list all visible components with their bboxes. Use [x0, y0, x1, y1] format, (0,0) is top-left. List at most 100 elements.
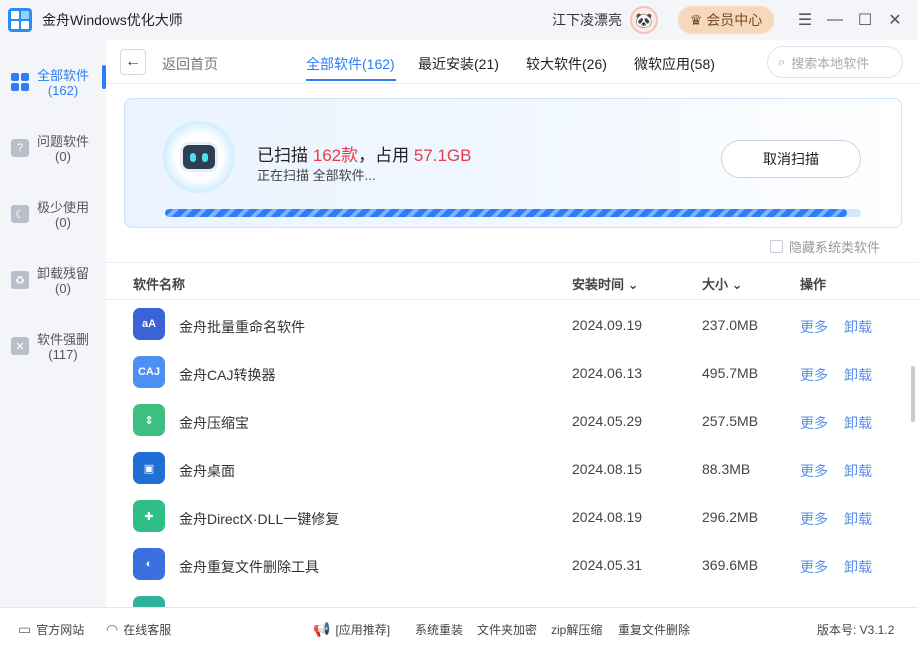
search-placeholder: 搜索本地软件 — [791, 55, 870, 71]
monitor-icon: ▭ — [18, 621, 32, 637]
uninstall-button[interactable]: 卸载 — [844, 317, 872, 337]
software-name: 金舟压缩宝 — [179, 415, 249, 431]
maximize-icon[interactable]: ☐ — [850, 0, 880, 40]
more-button[interactable]: 更多 — [800, 317, 828, 337]
vip-label: 会员中心 — [706, 12, 763, 28]
sidebar-item-label: 软件强删 — [37, 332, 90, 347]
sidebar-item-count: (0) — [55, 215, 71, 230]
more-button[interactable]: 更多 — [800, 413, 828, 433]
scan-status: 正在扫描 全部软件... — [257, 168, 376, 183]
sidebar-item-count: (0) — [55, 281, 71, 296]
username[interactable]: 江下凌漂亮 — [552, 10, 622, 30]
more-button[interactable]: 更多 — [800, 461, 828, 481]
tab-underline — [306, 79, 396, 81]
scan-card: 已扫描 162款，占用 57.1GB 正在扫描 全部软件... 取消扫描 — [124, 98, 902, 228]
software-size: 369.6MB — [702, 557, 759, 573]
sidebar-item-label: 卸载残留 — [37, 266, 90, 281]
sidebar-item-force-delete[interactable]: ✕ 软件强删 (117) — [0, 329, 106, 385]
official-website-link[interactable]: ▭ 官方网站 — [18, 621, 84, 638]
megaphone-icon: 📢 — [313, 621, 331, 637]
sidebar-item-count: (117) — [48, 347, 78, 362]
tab-large-software[interactable]: 较大软件(26) — [526, 54, 607, 74]
footer-link-system-reinstall[interactable]: 系统重装 — [415, 621, 463, 638]
minimize-icon[interactable]: — — [820, 0, 850, 40]
software-size: 495.7MB — [702, 365, 759, 381]
table-row[interactable]: CAJ 金舟CAJ转换器 2024.06.13 495.7MB 更多 卸载 — [106, 352, 918, 400]
sidebar-item-label: 极少使用 — [37, 200, 90, 215]
table-row[interactable]: ▤金舟图片转换器2024.07.12505.3MB更多卸载 — [106, 592, 918, 607]
software-size: 296.2MB — [702, 509, 759, 525]
more-button[interactable]: 更多 — [800, 509, 828, 529]
software-name: 金舟DirectX·DLL一键修复 — [179, 511, 340, 527]
vip-center-button[interactable]: ♛ 会员中心 — [678, 6, 774, 34]
online-support-label: 在线客服 — [123, 623, 172, 637]
scan-prefix: 已扫描 — [257, 146, 313, 165]
hide-system-label: 隐藏系统类软件 — [789, 240, 881, 255]
top-nav: ← 返回首页 全部软件(162) 最近安装(21) 较大软件(26) 微软应用(… — [106, 40, 918, 84]
hide-system-checkbox[interactable] — [770, 240, 783, 253]
robot-icon — [163, 121, 235, 193]
sidebar-item-label: 问题软件 — [37, 134, 90, 149]
sidebar: 全部软件 (162) ? 问题软件 (0) ☾ 极少使用 (0) ♻ 卸载残留 … — [0, 40, 106, 607]
tab-recently-installed[interactable]: 最近安装(21) — [418, 54, 499, 74]
back-home-link[interactable]: 返回首页 — [162, 54, 218, 74]
image-icon: ▤ — [133, 596, 165, 607]
uninstall-button[interactable]: 卸载 — [844, 461, 872, 481]
column-install-date[interactable]: 安装时间 ⌄ — [572, 274, 639, 293]
back-arrow-icon[interactable]: ← — [120, 49, 146, 75]
footer-link-duplicate-delete[interactable]: 重复文件删除 — [618, 621, 690, 638]
footer-link-zip-extract[interactable]: zip解压缩 — [551, 621, 602, 638]
app-recommend: 📢 [应用推荐] — [313, 621, 390, 638]
more-button[interactable]: 更多 — [800, 365, 828, 385]
table-row[interactable]: ✚ 金舟DirectX·DLL一键修复 2024.08.19 296.2MB 更多 卸载 — [106, 496, 918, 544]
software-size: 257.5MB — [702, 413, 759, 429]
grid-icon — [11, 73, 29, 91]
zip-icon: ⇕ — [133, 404, 165, 436]
scan-size: 57.1GB — [413, 146, 472, 165]
software-name: 金舟CAJ转换器 — [179, 367, 276, 383]
wrench-icon: ✚ — [133, 500, 165, 532]
footer-link-folder-encrypt[interactable]: 文件夹加密 — [477, 621, 537, 638]
version-label: 版本号: V3.1.2 — [817, 623, 895, 637]
caj-icon: CAJ — [133, 356, 165, 388]
app-recommend-label: [应用推荐] — [335, 623, 391, 637]
uninstall-button[interactable]: 卸载 — [844, 557, 872, 577]
uninstall-button[interactable]: 卸载 — [844, 509, 872, 529]
install-date: 2024.05.29 — [572, 413, 643, 429]
column-name: 软件名称 — [133, 277, 186, 292]
software-name: 金舟桌面 — [179, 463, 235, 479]
tab-all-software[interactable]: 全部软件(162) — [306, 54, 395, 74]
table-row[interactable]: ⇕ 金舟压缩宝 2024.05.29 257.5MB 更多 卸载 — [106, 400, 918, 448]
scan-count: 162款 — [312, 146, 359, 165]
table-row[interactable]: ▣ 金舟桌面 2024.08.15 88.3MB 更多 卸载 — [106, 448, 918, 496]
close-icon[interactable]: ✕ — [880, 0, 910, 40]
desktop-icon: ▣ — [133, 452, 165, 484]
search-input[interactable]: ⌕ 搜索本地软件 — [767, 46, 903, 78]
tab-microsoft-apps[interactable]: 微软应用(58) — [634, 54, 715, 74]
online-support-link[interactable]: ◠ 在线客服 — [106, 621, 171, 638]
uninstall-button[interactable]: 卸载 — [844, 413, 872, 433]
software-list: aA 金舟批量重命名软件 2024.09.19 237.0MB 更多 卸载 CAJ 金舟CAJ… — [106, 300, 918, 607]
column-size-label: 大小 — [702, 277, 729, 292]
cancel-scan-button[interactable]: 取消扫描 — [721, 140, 861, 178]
app-title: 金舟Windows优化大师 — [42, 12, 183, 28]
column-size[interactable]: 大小 ⌄ — [702, 274, 743, 293]
table-row[interactable]: ◐ 金舟重复文件删除工具 2024.05.31 369.6MB 更多 卸载 — [106, 544, 918, 592]
software-name: 金舟批量重命名软件 — [179, 319, 305, 335]
table-row[interactable]: aA 金舟批量重命名软件 2024.09.19 237.0MB 更多 卸载 — [106, 304, 918, 352]
install-date: 2024.08.15 — [572, 461, 643, 477]
sidebar-item-rarely-used[interactable]: ☾ 极少使用 (0) — [0, 197, 106, 253]
hide-system-toggle[interactable]: 隐藏系统类软件 — [770, 237, 880, 256]
menu-icon[interactable]: ☰ — [790, 0, 820, 40]
sidebar-item-count: (0) — [55, 149, 71, 164]
scrollbar[interactable] — [911, 366, 915, 422]
uninstall-button[interactable]: 卸载 — [844, 365, 872, 385]
avatar[interactable]: 🐼 — [630, 6, 658, 34]
sidebar-item-uninstall-residue[interactable]: ♻ 卸载残留 (0) — [0, 263, 106, 319]
recycle-icon: ♻ — [11, 271, 29, 289]
sidebar-item-problem-software[interactable]: ? 问题软件 (0) — [0, 131, 106, 187]
sidebar-item-all-software[interactable]: 全部软件 (162) — [0, 65, 106, 121]
more-button[interactable]: 更多 — [800, 557, 828, 577]
x-box-icon: ✕ — [11, 337, 29, 355]
footer: ▭ 官方网站 ◠ 在线客服 📢 [应用推荐] 系统重装 文件夹加密 zip解压缩… — [0, 607, 918, 647]
